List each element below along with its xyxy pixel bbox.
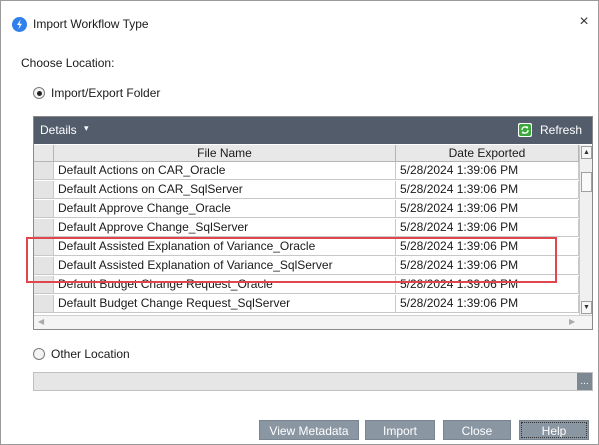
horizontal-scrollbar[interactable]: ◀ ▶ (34, 315, 592, 329)
row-selector-header (34, 145, 54, 162)
date-exported-cell: 5/28/2024 1:39:06 PM (396, 276, 579, 294)
choose-location-label: Choose Location: (21, 56, 115, 70)
row-selector[interactable] (34, 276, 54, 294)
column-header-file-name[interactable]: File Name (54, 145, 396, 162)
other-location-path-input[interactable] (33, 372, 593, 391)
file-name-cell: Default Approve Change_SqlServer (54, 219, 396, 237)
row-selector[interactable] (34, 295, 54, 313)
close-button[interactable]: Close (443, 420, 511, 440)
scroll-left-icon[interactable]: ◀ (38, 317, 44, 326)
file-name-cell: Default Budget Change Request_Oracle (54, 276, 396, 294)
row-selector[interactable] (34, 181, 54, 199)
date-exported-cell: 5/28/2024 1:39:06 PM (396, 219, 579, 237)
refresh-button[interactable]: Refresh (540, 123, 582, 137)
row-selector[interactable] (34, 238, 54, 256)
table-row[interactable]: Default Actions on CAR_SqlServer 5/28/20… (34, 181, 579, 199)
scroll-down-icon[interactable]: ▼ (581, 301, 592, 314)
browse-button[interactable]: ... (577, 373, 592, 390)
date-exported-cell: 5/28/2024 1:39:06 PM (396, 257, 579, 275)
file-table-panel: Details ▾ Refresh File Name Date Exporte… (33, 116, 593, 330)
file-name-cell: Default Assisted Explanation of Variance… (54, 257, 396, 275)
table-row[interactable]: Default Assisted Explanation of Variance… (34, 257, 579, 275)
date-exported-cell: 5/28/2024 1:39:06 PM (396, 200, 579, 218)
table-row[interactable]: Default Actions on CAR_Oracle 5/28/2024 … (34, 162, 579, 180)
other-location-radio[interactable] (33, 348, 45, 360)
file-name-cell: Default Actions on CAR_SqlServer (54, 181, 396, 199)
file-table-body: Default Actions on CAR_Oracle 5/28/2024 … (34, 162, 579, 315)
date-exported-cell: 5/28/2024 1:39:06 PM (396, 295, 579, 313)
help-button[interactable]: Help (519, 420, 589, 440)
import-export-folder-label[interactable]: Import/Export Folder (51, 86, 160, 100)
vertical-scrollbar[interactable]: ▲ ▼ (579, 145, 592, 315)
other-location-label[interactable]: Other Location (51, 347, 130, 361)
table-row[interactable]: Default Assisted Explanation of Variance… (34, 238, 579, 256)
import-export-folder-radio[interactable] (33, 87, 45, 99)
file-name-cell: Default Assisted Explanation of Variance… (54, 238, 396, 256)
row-selector[interactable] (34, 162, 54, 180)
app-logo-icon (12, 17, 27, 32)
chevron-down-icon[interactable]: ▾ (84, 123, 89, 134)
date-exported-cell: 5/28/2024 1:39:06 PM (396, 238, 579, 256)
refresh-icon[interactable] (518, 123, 532, 137)
table-row[interactable]: Default Approve Change_SqlServer 5/28/20… (34, 219, 579, 237)
window-title: Import Workflow Type (33, 17, 149, 31)
file-name-cell: Default Approve Change_Oracle (54, 200, 396, 218)
row-selector[interactable] (34, 200, 54, 218)
import-workflow-dialog: Import Workflow Type × Choose Location: … (0, 0, 599, 445)
import-button[interactable]: Import (365, 420, 435, 440)
details-toolbar: Details ▾ Refresh (34, 117, 592, 144)
table-row[interactable]: Default Budget Change Request_SqlServer … (34, 295, 579, 313)
title-bar: Import Workflow Type × (1, 1, 598, 35)
table-row[interactable]: Default Approve Change_Oracle 5/28/2024 … (34, 200, 579, 218)
scroll-up-icon[interactable]: ▲ (581, 146, 592, 159)
view-metadata-button[interactable]: View Metadata (259, 420, 359, 440)
scroll-right-icon[interactable]: ▶ (569, 317, 575, 326)
date-exported-cell: 5/28/2024 1:39:06 PM (396, 162, 579, 180)
date-exported-cell: 5/28/2024 1:39:06 PM (396, 181, 579, 199)
file-name-cell: Default Budget Change Request_SqlServer (54, 295, 396, 313)
row-selector[interactable] (34, 219, 54, 237)
column-header-date-exported[interactable]: Date Exported (396, 145, 579, 162)
row-selector[interactable] (34, 257, 54, 275)
details-menu-button[interactable]: Details (40, 123, 77, 137)
close-icon[interactable]: × (575, 13, 593, 31)
scrollbar-thumb[interactable] (581, 172, 592, 192)
file-name-cell: Default Actions on CAR_Oracle (54, 162, 396, 180)
table-row[interactable]: Default Budget Change Request_Oracle 5/2… (34, 276, 579, 294)
